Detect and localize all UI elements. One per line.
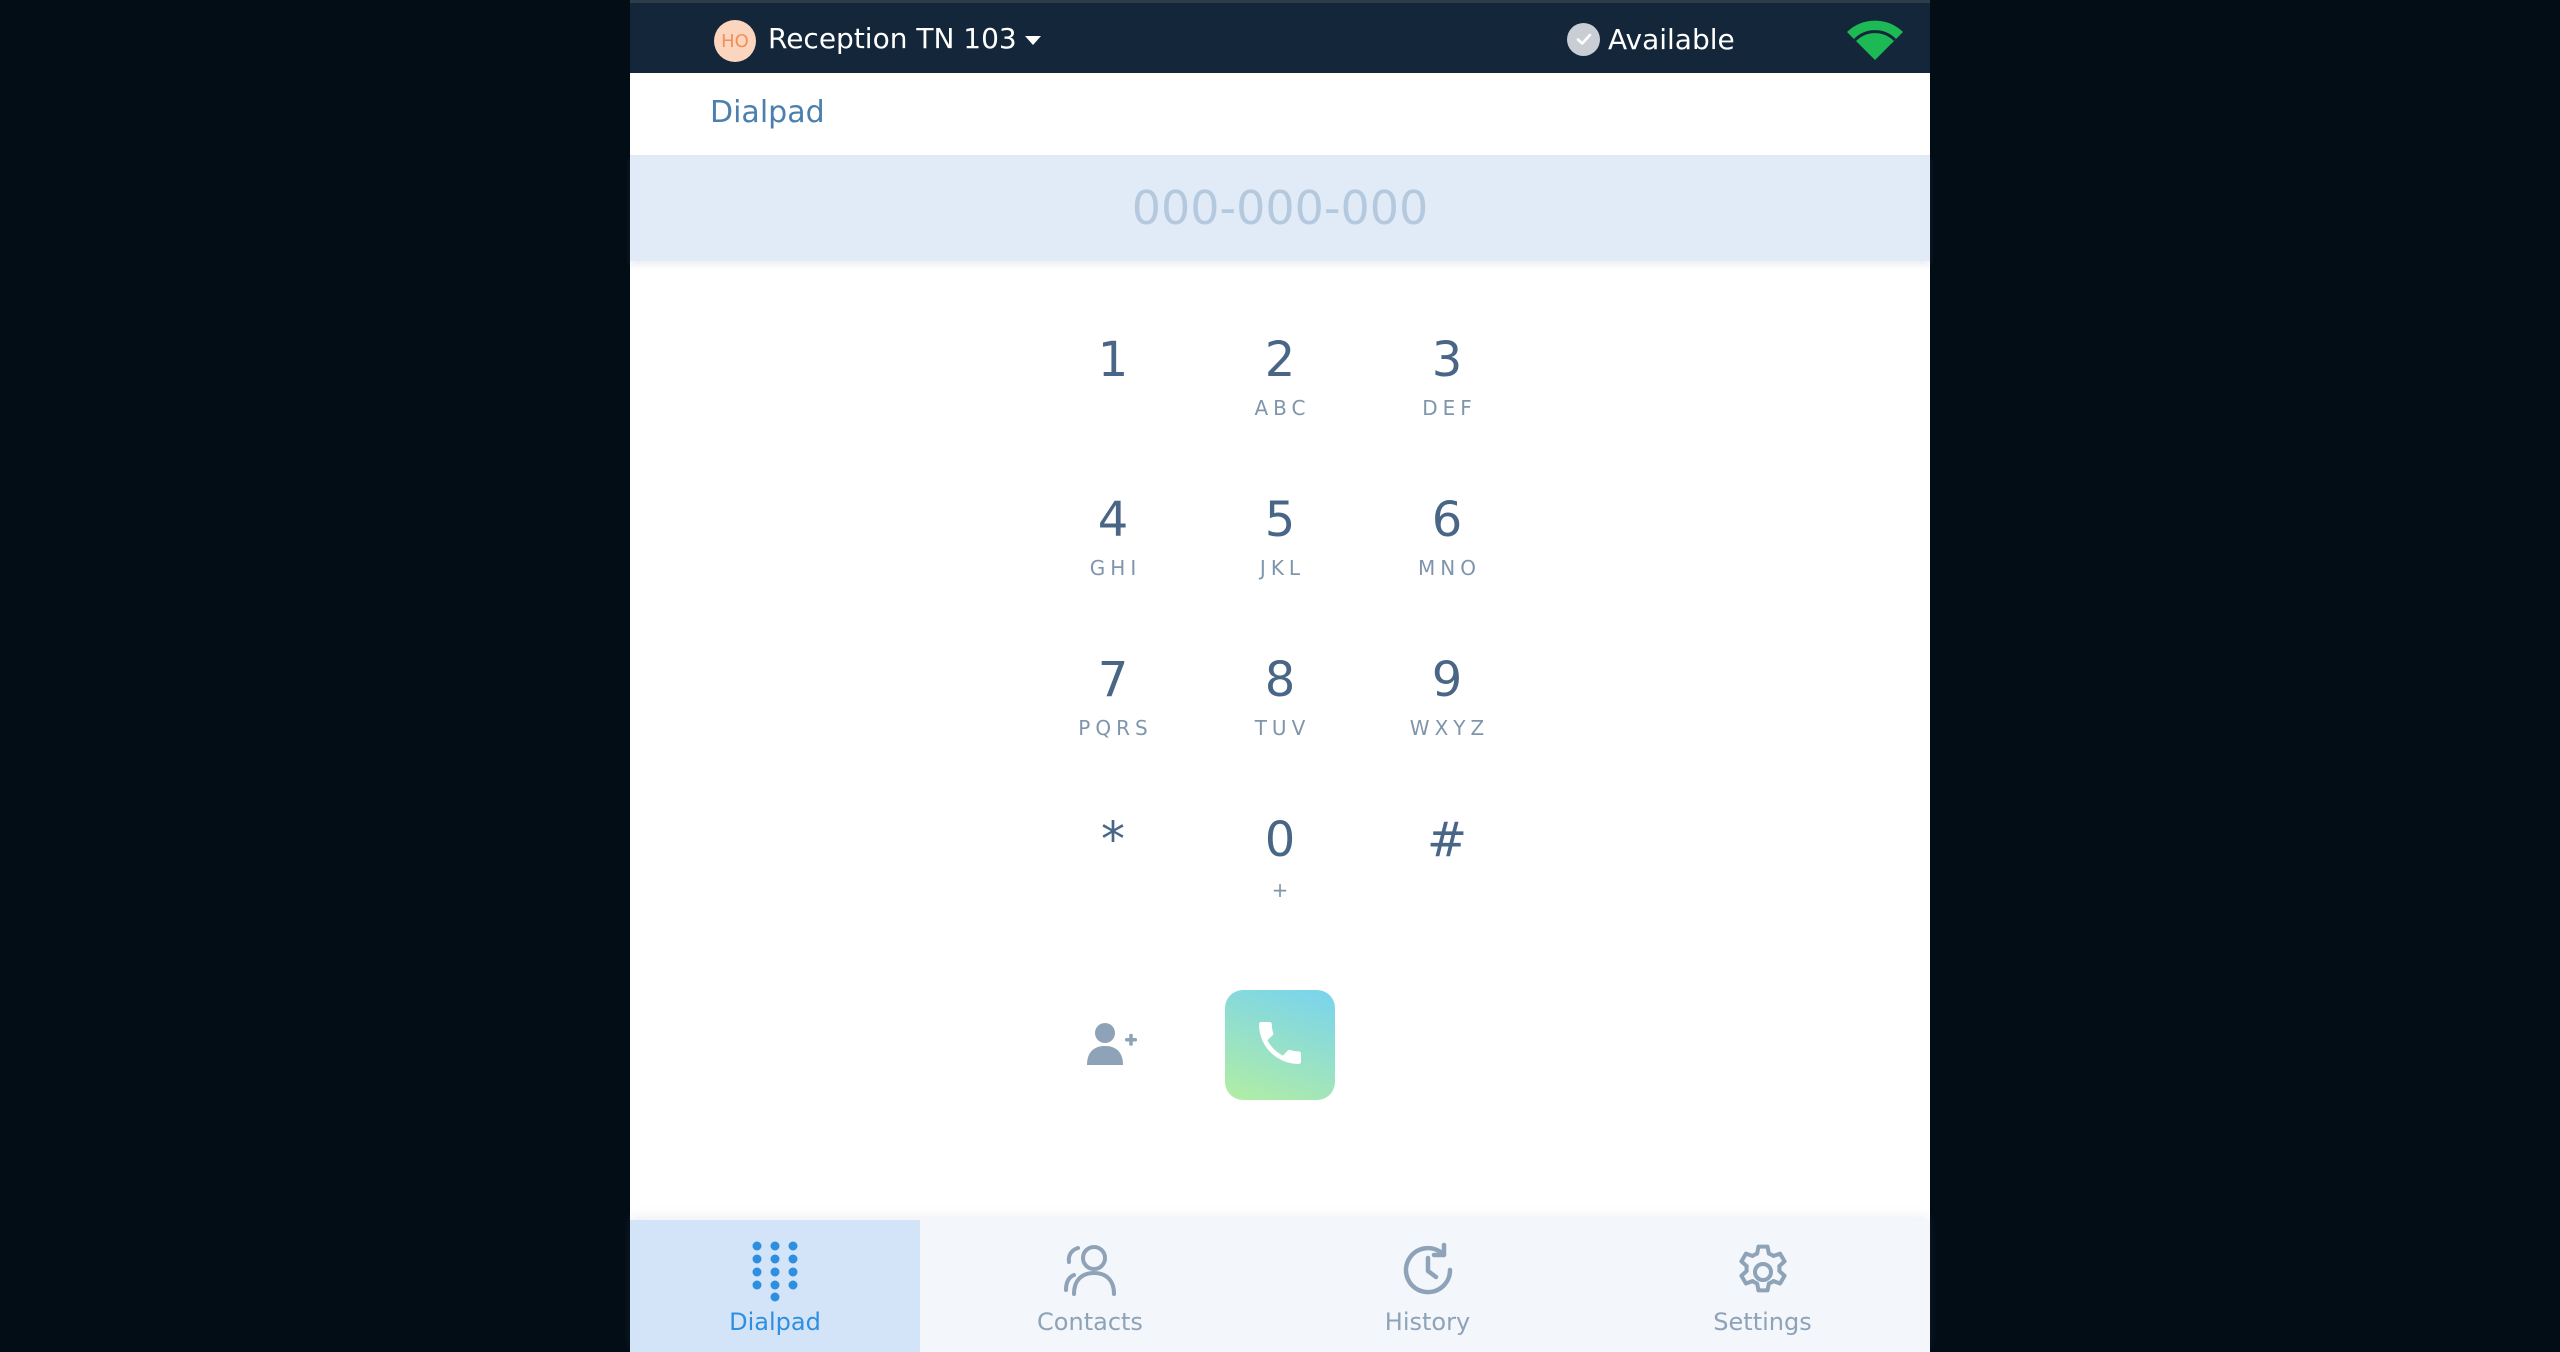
key-letters: JKL — [1259, 556, 1306, 580]
key-digit: 9 — [1431, 652, 1463, 708]
history-icon — [1398, 1240, 1458, 1304]
phone-icon — [1252, 1015, 1308, 1075]
add-contact-button[interactable] — [1082, 1020, 1142, 1072]
dial-key-star[interactable]: * — [1043, 800, 1183, 940]
dial-key-0[interactable]: 0 + — [1210, 800, 1350, 940]
account-selector[interactable]: Reception TN 103 — [768, 19, 1041, 59]
dial-key-hash[interactable]: # — [1377, 800, 1517, 940]
key-digit: 5 — [1264, 492, 1296, 548]
key-digit: 1 — [1097, 332, 1129, 388]
wifi-icon — [1845, 18, 1905, 66]
dial-key-9[interactable]: 9 WXYZ — [1377, 640, 1517, 780]
key-digit: # — [1426, 812, 1468, 868]
dial-key-3[interactable]: 3 DEF — [1377, 320, 1517, 460]
key-digit: 8 — [1264, 652, 1296, 708]
tab-label: Contacts — [1037, 1308, 1143, 1336]
header: Dialpad — [630, 73, 1930, 155]
key-letters: ABC — [1254, 396, 1311, 420]
dial-key-8[interactable]: 8 TUV — [1210, 640, 1350, 780]
presence-status[interactable]: Available — [1567, 19, 1735, 59]
status-label: Available — [1608, 22, 1735, 56]
tab-dialpad[interactable]: Dialpad — [630, 1220, 920, 1352]
key-letters: TUV — [1254, 716, 1311, 740]
number-input-bar — [630, 155, 1930, 261]
key-digit: 6 — [1431, 492, 1463, 548]
dialpad-grid-icon — [750, 1240, 800, 1306]
key-digit: 2 — [1264, 332, 1296, 388]
tab-settings[interactable]: Settings — [1595, 1220, 1930, 1352]
bottom-tab-bar: Dialpad Contacts History Settings — [630, 1220, 1930, 1352]
top-bar: HO Reception TN 103 Available — [630, 0, 1930, 73]
gear-icon — [1731, 1240, 1795, 1308]
key-letters: WXYZ — [1409, 716, 1490, 740]
avatar-initials: HO — [721, 30, 749, 52]
account-name: Reception TN 103 — [768, 22, 1017, 55]
key-letters: GHI — [1089, 556, 1142, 580]
tab-contacts[interactable]: Contacts — [920, 1220, 1260, 1352]
avatar[interactable]: HO — [714, 20, 756, 62]
key-digit: 4 — [1097, 492, 1129, 548]
dial-key-5[interactable]: 5 JKL — [1210, 480, 1350, 620]
page-title: Dialpad — [710, 95, 825, 130]
key-digit: 3 — [1431, 332, 1463, 388]
key-letters: + — [1271, 878, 1289, 902]
dial-key-7[interactable]: 7 PQRS — [1043, 640, 1183, 780]
key-digit: 7 — [1097, 652, 1129, 708]
key-letters: DEF — [1422, 396, 1477, 420]
dial-key-1[interactable]: 1 — [1043, 320, 1183, 460]
tab-label: Settings — [1713, 1308, 1812, 1336]
phone-number-input[interactable] — [630, 155, 1930, 261]
tab-label: Dialpad — [729, 1308, 821, 1336]
key-digit: 0 — [1264, 812, 1296, 868]
check-circle-icon — [1567, 22, 1600, 56]
dial-key-2[interactable]: 2 ABC — [1210, 320, 1350, 460]
key-digit: * — [1101, 812, 1125, 868]
call-button[interactable] — [1225, 990, 1335, 1100]
key-letters: MNO — [1418, 556, 1481, 580]
tab-label: History — [1384, 1308, 1471, 1336]
softphone-app: HO Reception TN 103 Available Dialpad 00… — [630, 0, 1930, 1352]
dial-key-4[interactable]: 4 GHI — [1043, 480, 1183, 620]
add-user-icon — [1085, 1021, 1139, 1071]
key-letters: PQRS — [1078, 716, 1153, 740]
dial-key-6[interactable]: 6 MNO — [1377, 480, 1517, 620]
tab-history[interactable]: History — [1260, 1220, 1595, 1352]
caret-down-icon — [1024, 36, 1041, 45]
contacts-icon — [1062, 1240, 1118, 1302]
